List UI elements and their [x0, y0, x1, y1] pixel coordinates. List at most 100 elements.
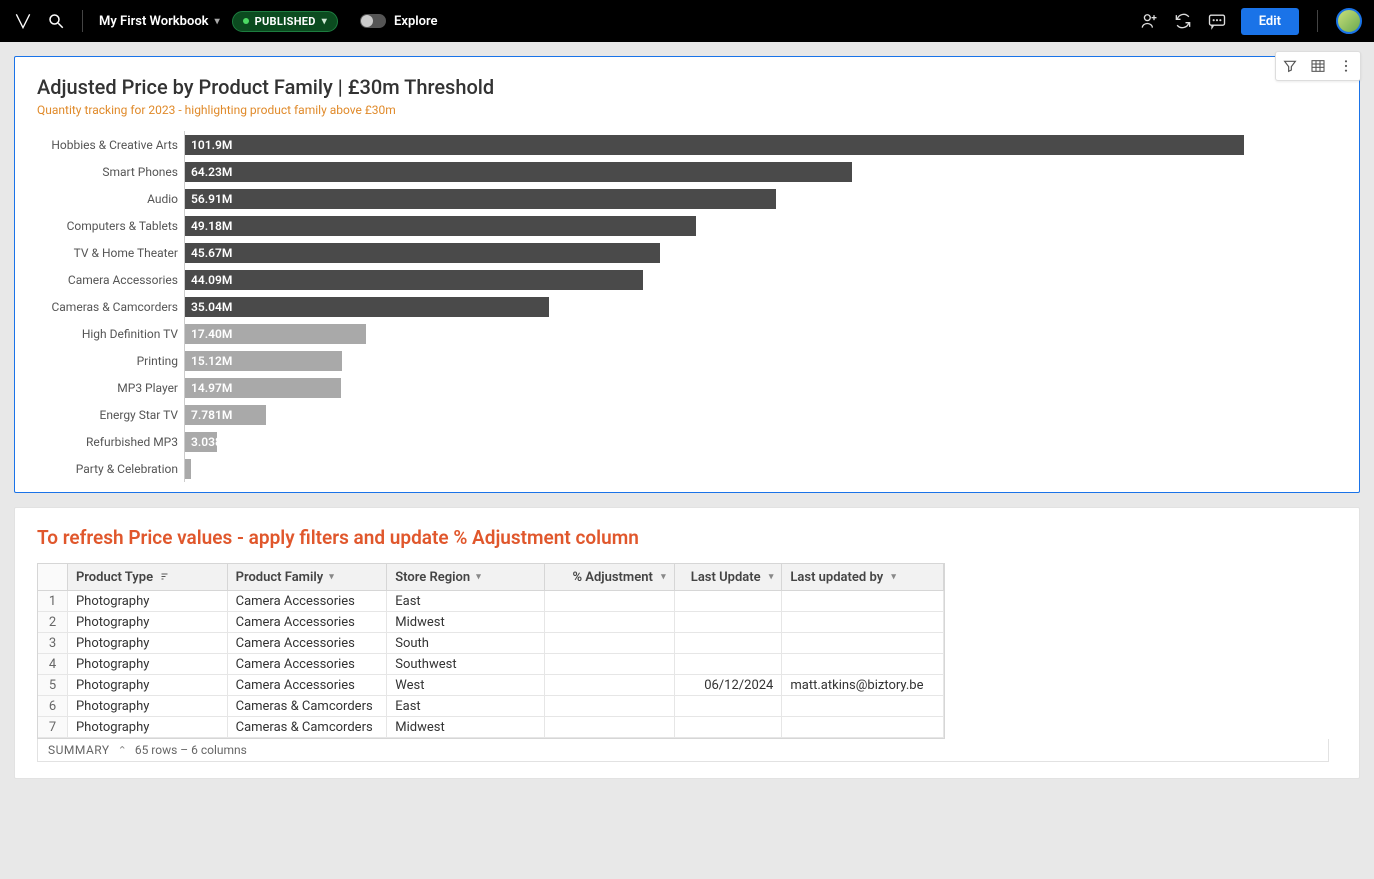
- bar-track: 49.18M: [185, 214, 1337, 238]
- cell-store-region: West: [387, 675, 545, 695]
- comment-icon[interactable]: [1207, 11, 1227, 31]
- bar[interactable]: 17.40M: [185, 324, 366, 344]
- column-header-last-updated-by[interactable]: Last updated by ▾: [782, 564, 944, 590]
- bar[interactable]: 49.18M: [185, 216, 696, 236]
- caret-down-icon: ▾: [659, 572, 666, 582]
- cell-last-update: [675, 696, 783, 716]
- bar-chart: Hobbies & Creative Arts101.9MSmart Phone…: [37, 131, 1337, 482]
- table-row[interactable]: 5PhotographyCamera AccessoriesWest06/12/…: [38, 675, 944, 696]
- cell-product-family: Cameras & Camcorders: [228, 696, 388, 716]
- search-icon[interactable]: [46, 11, 66, 31]
- cell-last-update: [675, 633, 783, 653]
- column-header-product-family[interactable]: Product Family ▾: [228, 564, 388, 590]
- bar[interactable]: 15.12M: [185, 351, 342, 371]
- bar[interactable]: 14.97M: [185, 378, 341, 398]
- cell-last-update: [675, 654, 783, 674]
- table-view-icon[interactable]: [1304, 52, 1332, 80]
- bar-category-label: Refurbished MP3: [37, 428, 185, 455]
- bar[interactable]: 7.781M: [185, 405, 266, 425]
- rownum-cell: 5: [38, 675, 68, 695]
- publish-status-badge[interactable]: PUBLISHED ▾: [232, 11, 338, 32]
- bar[interactable]: 56.91M: [185, 189, 776, 209]
- cell-product-family: Cameras & Camcorders: [228, 717, 388, 737]
- column-label: % Adjustment: [572, 570, 652, 585]
- column-header-store-region[interactable]: Store Region ▾: [387, 564, 545, 590]
- bar-category-label: Audio: [37, 185, 185, 212]
- bar-category-label: Printing: [37, 347, 185, 374]
- cell-pct-adjustment: [545, 612, 675, 632]
- column-label: Product Type: [76, 570, 153, 585]
- column-header-last-update[interactable]: Last Update ▾: [675, 564, 783, 590]
- bar-category-label: Energy Star TV: [37, 401, 185, 428]
- column-label: Store Region: [395, 570, 470, 585]
- bar[interactable]: 44.09M: [185, 270, 643, 290]
- summary-text: 65 rows – 6 columns: [135, 743, 247, 757]
- bar[interactable]: 101.9M: [185, 135, 1244, 155]
- cell-store-region: Midwest: [387, 612, 545, 632]
- cell-last-updated-by: [782, 654, 944, 674]
- bar[interactable]: 45.67M: [185, 243, 660, 263]
- cell-last-update: 06/12/2024: [675, 675, 783, 695]
- grid-body: 1PhotographyCamera AccessoriesEast2Photo…: [38, 591, 944, 738]
- table-row[interactable]: 2PhotographyCamera AccessoriesMidwest: [38, 612, 944, 633]
- filter-icon[interactable]: [1276, 52, 1304, 80]
- bar-track: [185, 457, 1337, 481]
- data-grid: Product Type Product Family ▾ Store Regi…: [37, 563, 945, 739]
- caret-down-icon: ▾: [329, 572, 334, 582]
- cell-product-family: Camera Accessories: [228, 591, 388, 611]
- bar[interactable]: 3.038: [185, 432, 217, 452]
- grid-summary-bar[interactable]: SUMMARY ⌃ 65 rows – 6 columns: [37, 739, 1329, 762]
- explore-toggle[interactable]: Explore: [360, 14, 438, 29]
- bar-row: Camera Accessories44.09M: [37, 266, 1337, 293]
- refresh-icon[interactable]: [1173, 11, 1193, 31]
- edit-button[interactable]: Edit: [1241, 8, 1299, 35]
- caret-down-icon: ▾: [889, 572, 896, 582]
- table-row[interactable]: 3PhotographyCamera AccessoriesSouth: [38, 633, 944, 654]
- cell-product-family: Camera Accessories: [228, 633, 388, 653]
- table-row[interactable]: 4PhotographyCamera AccessoriesSouthwest: [38, 654, 944, 675]
- bar-row: Party & Celebration: [37, 455, 1337, 482]
- cell-last-update: [675, 717, 783, 737]
- bar-category-label: MP3 Player: [37, 374, 185, 401]
- more-options-icon[interactable]: [1332, 52, 1360, 80]
- bar-row: Smart Phones64.23M: [37, 158, 1337, 185]
- cell-pct-adjustment: [545, 675, 675, 695]
- table-row[interactable]: 6PhotographyCameras & CamcordersEast: [38, 696, 944, 717]
- bar-track: 101.9M: [185, 133, 1337, 157]
- edit-button-label: Edit: [1259, 14, 1281, 29]
- column-label: Product Family: [236, 570, 324, 585]
- explore-label: Explore: [394, 14, 438, 29]
- cell-product-type: Photography: [68, 591, 228, 611]
- bar-row: Computers & Tablets49.18M: [37, 212, 1337, 239]
- app-logo-icon[interactable]: [12, 10, 34, 32]
- table-row[interactable]: 7PhotographyCameras & CamcordersMidwest: [38, 717, 944, 738]
- cell-pct-adjustment: [545, 696, 675, 716]
- bar[interactable]: [185, 459, 191, 479]
- cell-pct-adjustment: [545, 654, 675, 674]
- column-header-product-type[interactable]: Product Type: [68, 564, 228, 590]
- chart-title: Adjusted Price by Product Family | £30m …: [37, 75, 1337, 99]
- bar-category-label: Camera Accessories: [37, 266, 185, 293]
- caret-down-icon: ▾: [767, 572, 774, 582]
- cell-store-region: East: [387, 696, 545, 716]
- add-user-icon[interactable]: [1139, 11, 1159, 31]
- rownum-cell: 3: [38, 633, 68, 653]
- summary-label: SUMMARY: [48, 743, 110, 757]
- table-row[interactable]: 1PhotographyCamera AccessoriesEast: [38, 591, 944, 612]
- bar-row: Energy Star TV7.781M: [37, 401, 1337, 428]
- cell-product-type: Photography: [68, 675, 228, 695]
- bar-track: 35.04M: [185, 295, 1337, 319]
- workbook-title: My First Workbook: [99, 14, 209, 29]
- user-avatar[interactable]: [1336, 8, 1362, 34]
- rownum-cell: 1: [38, 591, 68, 611]
- column-header-pct-adjustment[interactable]: % Adjustment ▾: [545, 564, 675, 590]
- chevron-down-icon: ▾: [322, 16, 327, 27]
- workbook-title-dropdown[interactable]: My First Workbook ▾: [99, 14, 220, 29]
- bar-track: 17.40M: [185, 322, 1337, 346]
- cell-product-type: Photography: [68, 654, 228, 674]
- bar-track: 45.67M: [185, 241, 1337, 265]
- bar[interactable]: 64.23M: [185, 162, 852, 182]
- rownum-cell: 4: [38, 654, 68, 674]
- bar-track: 14.97M: [185, 376, 1337, 400]
- bar[interactable]: 35.04M: [185, 297, 549, 317]
